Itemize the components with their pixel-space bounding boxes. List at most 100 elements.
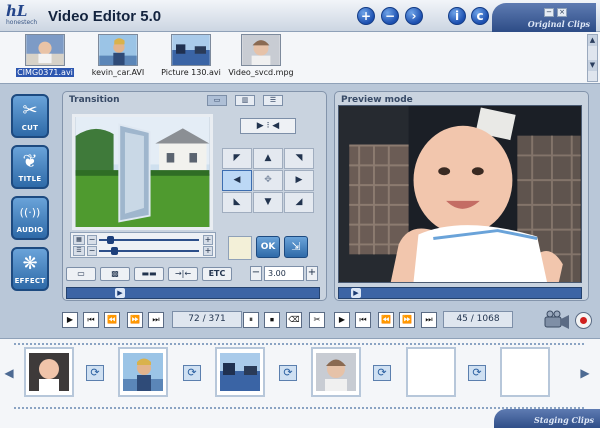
audio-tool-button[interactable]: ((·)) AUDIO bbox=[11, 196, 49, 240]
camcorder-icon[interactable] bbox=[543, 309, 571, 331]
view-list-button[interactable]: ☰ bbox=[263, 95, 283, 106]
staging-clip[interactable] bbox=[24, 347, 74, 397]
staging-thumbnail-waterfront bbox=[220, 353, 260, 391]
clip-item[interactable]: CIMG0371.avi bbox=[6, 34, 84, 82]
apply-to-staging-button[interactable]: ⇲ bbox=[284, 236, 308, 258]
fx-merge-button[interactable]: →|← bbox=[168, 267, 198, 281]
duration-minus-button[interactable]: − bbox=[250, 266, 262, 281]
scroll-up-icon[interactable]: ▲ bbox=[588, 35, 597, 46]
ok-button[interactable]: OK bbox=[256, 236, 280, 258]
close-button[interactable]: × bbox=[557, 8, 567, 17]
fx-fullscreen-button[interactable]: ▭ bbox=[66, 267, 96, 281]
stop-button[interactable]: ⏹ bbox=[264, 312, 280, 328]
direction-down-right[interactable]: ◢ bbox=[284, 192, 314, 213]
info-button[interactable]: i bbox=[448, 7, 466, 25]
preview-timeline[interactable]: ▶ bbox=[338, 287, 582, 299]
film-rail-top bbox=[14, 343, 584, 345]
slider-minus-button[interactable]: − bbox=[87, 246, 97, 256]
original-clips-strip: CIMG0371.avi kevin_car.AVI Picture 130.a… bbox=[0, 32, 600, 84]
slider-knob[interactable] bbox=[111, 247, 118, 255]
split-cut-button[interactable]: ✂ bbox=[309, 312, 325, 328]
minimize-button[interactable]: − bbox=[544, 8, 554, 17]
direction-center[interactable]: ✥ bbox=[253, 170, 283, 191]
timeline-playhead[interactable]: ▶ bbox=[115, 288, 125, 298]
fx-split-button[interactable]: ▬▬ bbox=[134, 267, 164, 281]
direction-up[interactable]: ▲ bbox=[253, 148, 283, 169]
original-clips-label: Original Clips bbox=[527, 19, 590, 29]
eraser-button[interactable]: ⌫ bbox=[286, 312, 302, 328]
go-end-button[interactable]: ⏭ bbox=[148, 312, 164, 328]
clip-item[interactable]: kevin_car.AVI bbox=[79, 34, 157, 82]
fx-etc-button[interactable]: ETC bbox=[202, 267, 232, 281]
staging-thumbnail-portrait bbox=[316, 353, 356, 391]
pause-button[interactable]: ⏸ bbox=[243, 312, 259, 328]
staging-transition-icon[interactable]: ⟳ bbox=[86, 365, 104, 381]
clip-name: kevin_car.AVI bbox=[91, 68, 145, 77]
slider-knob[interactable] bbox=[107, 236, 114, 244]
capture-button[interactable]: c bbox=[471, 7, 489, 25]
staging-clips-tab: Staging Clips bbox=[494, 409, 600, 428]
duration-plus-button[interactable]: + bbox=[306, 266, 318, 281]
view-single-button[interactable]: ▭ bbox=[207, 95, 227, 106]
clips-scrollbar[interactable]: ▲ ▼ bbox=[587, 34, 598, 82]
staging-clip[interactable] bbox=[311, 347, 361, 397]
step-back-button[interactable]: ⏪ bbox=[104, 312, 120, 328]
go-start-button[interactable]: ⏮ bbox=[83, 312, 99, 328]
effect-tool-button[interactable]: ❋ EFFECT bbox=[11, 247, 49, 291]
preview-title: Preview mode bbox=[341, 95, 413, 105]
staging-strip: ◀ ⟳ ⟳ ⟳ ⟳ ⟳ ▶ Staging Clips bbox=[0, 338, 600, 428]
staging-clip[interactable] bbox=[215, 347, 265, 397]
remove-clip-button[interactable]: − bbox=[381, 7, 399, 25]
step-forward-button[interactable]: ⏩ bbox=[127, 312, 143, 328]
add-clip-button[interactable]: + bbox=[357, 7, 375, 25]
slider-plus-button[interactable]: + bbox=[203, 246, 213, 256]
transition-preview bbox=[72, 114, 213, 230]
logo-subtext: honestech bbox=[6, 19, 38, 26]
direction-pad: ▶ ⁝ ◀ ◤ ▲ ◥ ◀ ✥ ▶ ◣ ▼ ◢ bbox=[222, 118, 314, 214]
slider-track[interactable] bbox=[99, 239, 199, 241]
staging-scroll-right-icon[interactable]: ▶ bbox=[580, 365, 590, 381]
clip-thumbnail-baby bbox=[25, 34, 65, 66]
direction-up-right[interactable]: ◥ bbox=[284, 148, 314, 169]
clip-item[interactable]: Video_svcd.mpg bbox=[222, 34, 300, 82]
duration-input[interactable]: 3.00 bbox=[264, 266, 304, 281]
grid-icon: ▦ bbox=[73, 235, 85, 245]
staging-clip-empty[interactable] bbox=[406, 347, 456, 397]
staging-thumbnail-boy bbox=[123, 353, 163, 391]
staging-transition-icon[interactable]: ⟳ bbox=[468, 365, 486, 381]
preview-end-button[interactable]: ⏭ bbox=[421, 312, 437, 328]
direction-right[interactable]: ▶ bbox=[284, 170, 314, 191]
transition-frame-counter: 72 / 371 bbox=[172, 311, 242, 328]
direction-toggle-button[interactable]: ▶ ⁝ ◀ bbox=[240, 118, 296, 134]
title-tool-button[interactable]: ❦ TITLE bbox=[11, 145, 49, 189]
direction-left[interactable]: ◀ bbox=[222, 170, 252, 191]
direction-down[interactable]: ▼ bbox=[253, 192, 283, 213]
direction-down-left[interactable]: ◣ bbox=[222, 192, 252, 213]
slider-plus-button[interactable]: + bbox=[203, 235, 213, 245]
scroll-down-icon[interactable]: ▼ bbox=[588, 60, 597, 71]
preview-start-button[interactable]: ⏮ bbox=[355, 312, 371, 328]
color-swatch[interactable] bbox=[228, 236, 252, 260]
record-button[interactable] bbox=[575, 312, 592, 329]
staging-clip[interactable] bbox=[118, 347, 168, 397]
clip-item[interactable]: Picture 130.avi bbox=[152, 34, 230, 82]
staging-scroll-left-icon[interactable]: ◀ bbox=[4, 365, 14, 381]
preview-play-button[interactable]: ▶ bbox=[334, 312, 350, 328]
play-button[interactable]: ▶ bbox=[62, 312, 78, 328]
cut-tool-button[interactable]: ✂ CUT bbox=[11, 94, 49, 138]
next-button[interactable]: › bbox=[405, 7, 423, 25]
staging-transition-icon[interactable]: ⟳ bbox=[279, 365, 297, 381]
list-icon: ☰ bbox=[73, 246, 85, 256]
transition-timeline[interactable]: ▶ bbox=[66, 287, 320, 299]
direction-up-left[interactable]: ◤ bbox=[222, 148, 252, 169]
staging-transition-icon[interactable]: ⟳ bbox=[183, 365, 201, 381]
fx-picture-button[interactable]: ▩ bbox=[100, 267, 130, 281]
view-split-button[interactable]: ▥ bbox=[235, 95, 255, 106]
staging-clip-empty[interactable] bbox=[500, 347, 550, 397]
staging-transition-icon[interactable]: ⟳ bbox=[373, 365, 391, 381]
slider-minus-button[interactable]: − bbox=[87, 235, 97, 245]
preview-playhead[interactable]: ▶ bbox=[351, 288, 361, 298]
preview-step-forward-button[interactable]: ⏩ bbox=[399, 312, 415, 328]
app-title: Video Editor 5.0 bbox=[48, 8, 162, 25]
preview-step-back-button[interactable]: ⏪ bbox=[378, 312, 394, 328]
